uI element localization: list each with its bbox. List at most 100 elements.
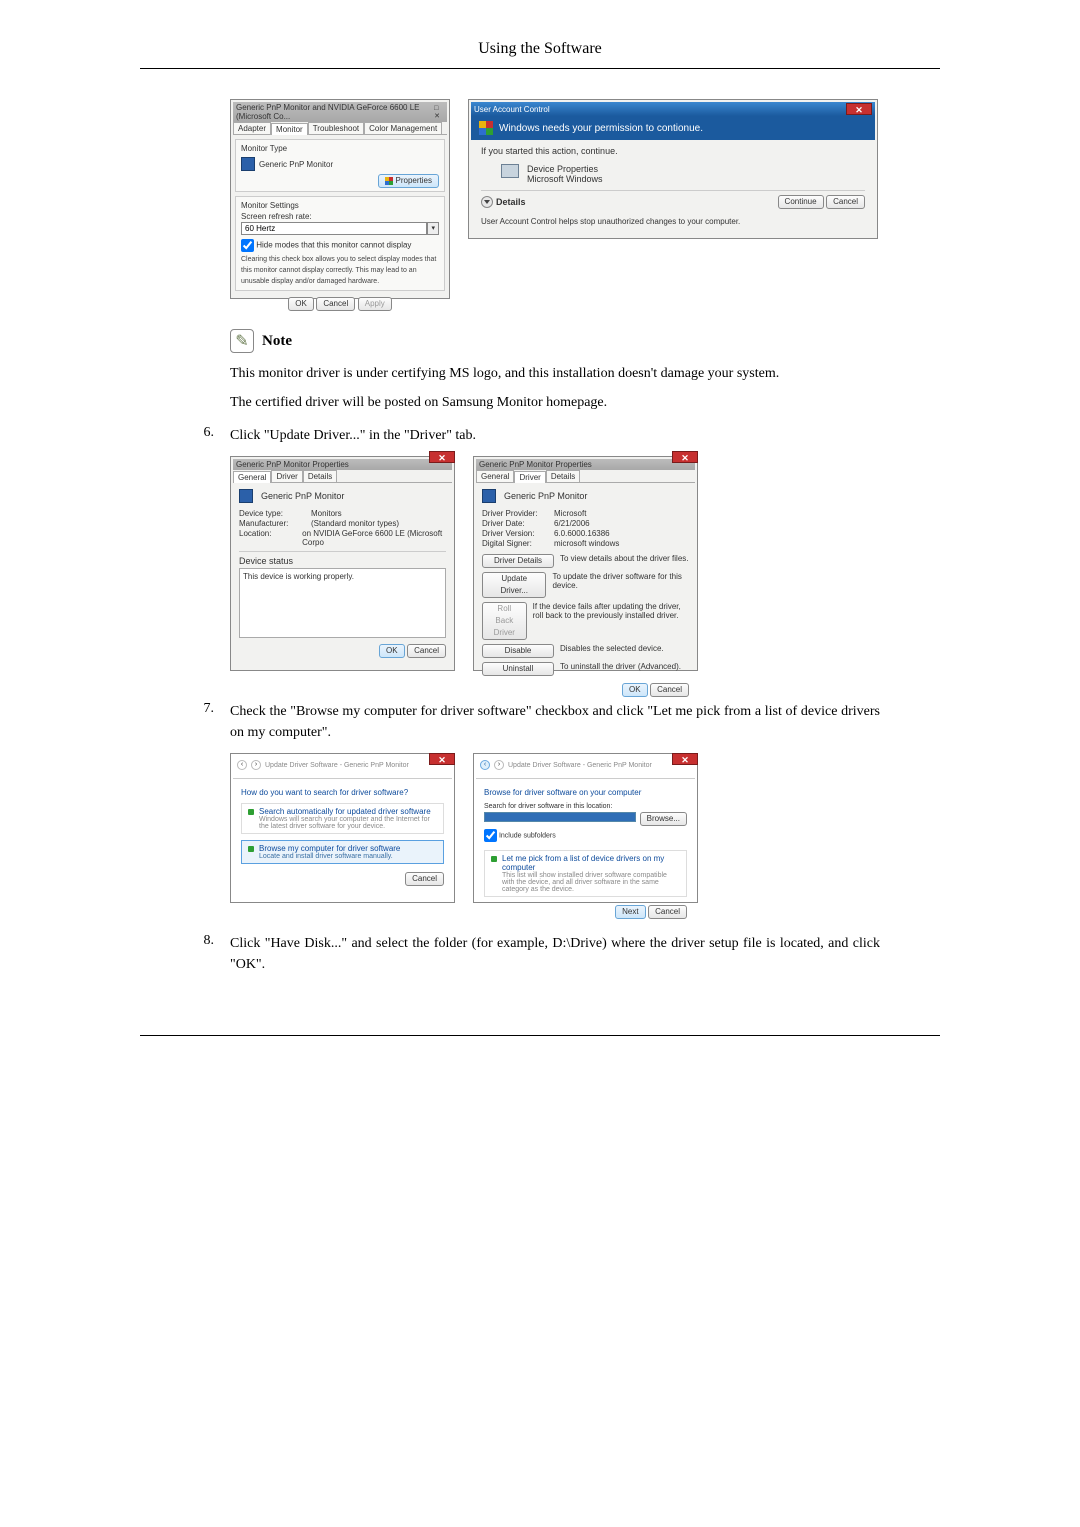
note-text-1: This monitor driver is under certifying … xyxy=(230,363,880,384)
window-title: Generic PnP Monitor and NVIDIA GeForce 6… xyxy=(236,103,434,121)
kv-key: Driver Provider: xyxy=(482,509,554,518)
update-driver-wizard-1: ✕ ‹ › Update Driver Software - Generic P… xyxy=(230,753,455,903)
include-subfolders-checkbox[interactable] xyxy=(484,829,497,842)
chevron-down-icon[interactable] xyxy=(481,196,493,208)
include-subfolders-label: Include subfolders xyxy=(499,832,556,839)
tab-troubleshoot[interactable]: Troubleshoot xyxy=(308,122,364,134)
monitor-icon xyxy=(241,157,255,171)
kv-key: Digital Signer: xyxy=(482,539,554,548)
device-name: Generic PnP Monitor xyxy=(504,491,587,501)
option-desc: Windows will search your computer and th… xyxy=(259,816,437,830)
rollback-driver-button: Roll Back Driver xyxy=(482,602,527,640)
window-title: Generic PnP Monitor Properties xyxy=(479,460,592,469)
dropdown-arrow-icon[interactable]: ▾ xyxy=(427,222,439,235)
uac-headline: Windows needs your permission to contion… xyxy=(499,123,703,134)
forward-icon: › xyxy=(251,760,261,770)
close-icon[interactable]: ✕ xyxy=(672,753,698,765)
note-icon: ✎ xyxy=(230,329,254,353)
status-box: This device is working properly. xyxy=(239,568,446,638)
details-toggle[interactable]: Details xyxy=(496,197,526,207)
kv-key: Driver Date: xyxy=(482,519,554,528)
back-icon[interactable]: ‹ xyxy=(237,760,247,770)
option-desc: Locate and install driver software manua… xyxy=(259,853,400,860)
monitor-icon xyxy=(239,489,253,503)
back-icon[interactable]: ‹ xyxy=(480,760,490,770)
kv-val: on NVIDIA GeForce 6600 LE (Microsoft Cor… xyxy=(302,529,446,547)
disable-button[interactable]: Disable xyxy=(482,644,554,658)
tab-details[interactable]: Details xyxy=(546,470,580,482)
kv-key: Manufacturer: xyxy=(239,519,311,528)
monitor-type-group: Monitor Type Generic PnP Monitor Propert… xyxy=(235,139,445,192)
btn-desc: Disables the selected device. xyxy=(560,644,664,658)
cancel-button[interactable]: Cancel xyxy=(407,644,446,658)
tab-general[interactable]: General xyxy=(476,470,514,482)
close-icon[interactable]: ✕ xyxy=(429,753,455,765)
kv-val: 6/21/2006 xyxy=(554,519,590,528)
cancel-button[interactable]: Cancel xyxy=(316,297,355,311)
hide-modes-checkbox[interactable] xyxy=(241,239,254,252)
forward-icon: › xyxy=(494,760,504,770)
option-desc: This list will show installed driver sof… xyxy=(502,872,680,893)
uac-footer: User Account Control helps stop unauthor… xyxy=(481,217,865,226)
apply-button[interactable]: Apply xyxy=(358,297,392,311)
location-input[interactable] xyxy=(484,812,636,822)
kv-key: Device type: xyxy=(239,509,311,518)
tab-adapter[interactable]: Adapter xyxy=(233,122,271,134)
option-browse-computer[interactable]: Browse my computer for driver software L… xyxy=(242,841,443,863)
update-driver-wizard-2: ✕ ‹ › Update Driver Software - Generic P… xyxy=(473,753,698,903)
ok-button[interactable]: OK xyxy=(622,683,648,697)
properties-button[interactable]: Properties xyxy=(378,174,439,188)
tab-details[interactable]: Details xyxy=(303,470,337,482)
arrow-icon xyxy=(248,809,254,815)
breadcrumb: Update Driver Software - Generic PnP Mon… xyxy=(508,762,652,769)
cancel-button[interactable]: Cancel xyxy=(650,683,689,697)
option-title: Browse my computer for driver software xyxy=(259,844,400,853)
kv-val: Microsoft xyxy=(554,509,586,518)
tab-driver[interactable]: Driver xyxy=(271,470,302,482)
figure-row-2: Generic PnP Monitor Properties ✕ General… xyxy=(230,456,880,671)
titlebar: Generic PnP Monitor and NVIDIA GeForce 6… xyxy=(233,102,447,122)
driver-details-button[interactable]: Driver Details xyxy=(482,554,554,568)
tab-color[interactable]: Color Management xyxy=(364,122,442,134)
titlebar: Generic PnP Monitor Properties ✕ xyxy=(233,459,452,470)
driver-properties-driver: Generic PnP Monitor Properties ✕ General… xyxy=(473,456,698,671)
wizard-heading: How do you want to search for driver sof… xyxy=(241,788,408,797)
window-controls: □ ✕ xyxy=(434,105,444,120)
btn-desc: To update the driver software for this d… xyxy=(552,572,689,598)
note-label: Note xyxy=(262,333,292,350)
step-text: Click "Update Driver..." in the "Driver"… xyxy=(230,425,880,446)
btn-desc: To uninstall the driver (Advanced). xyxy=(560,662,681,676)
next-button[interactable]: Next xyxy=(615,905,645,919)
search-label: Search for driver software in this locat… xyxy=(484,803,687,810)
step-number: 7. xyxy=(200,701,214,743)
uninstall-button[interactable]: Uninstall xyxy=(482,662,554,676)
browse-button[interactable]: Browse... xyxy=(640,812,687,826)
window-title: User Account Control xyxy=(474,105,550,114)
tab-row: Adapter Monitor Troubleshoot Color Manag… xyxy=(233,122,447,135)
titlebar: Generic PnP Monitor Properties ✕ xyxy=(476,459,695,470)
close-icon[interactable]: ✕ xyxy=(846,103,872,115)
cancel-button[interactable]: Cancel xyxy=(405,872,444,886)
tab-monitor[interactable]: Monitor xyxy=(271,123,308,135)
monitor-settings-group: Monitor Settings Screen refresh rate: ▾ … xyxy=(235,196,445,291)
tab-driver[interactable]: Driver xyxy=(514,471,545,483)
kv-val: (Standard monitor types) xyxy=(311,519,399,528)
option-title: Search automatically for updated driver … xyxy=(259,807,437,816)
ok-button[interactable]: OK xyxy=(288,297,314,311)
close-icon[interactable]: ✕ xyxy=(672,451,698,463)
wizard-heading: Browse for driver software on your compu… xyxy=(484,788,641,797)
close-icon[interactable]: ✕ xyxy=(429,451,455,463)
refresh-select[interactable] xyxy=(241,222,427,235)
arrow-icon xyxy=(491,856,497,862)
note-text-2: The certified driver will be posted on S… xyxy=(230,392,880,413)
update-driver-button[interactable]: Update Driver... xyxy=(482,572,546,598)
cancel-button[interactable]: Cancel xyxy=(648,905,687,919)
group-label: Monitor Settings xyxy=(241,200,439,211)
footer-divider xyxy=(140,1035,940,1036)
continue-button[interactable]: Continue xyxy=(778,195,824,209)
cancel-button[interactable]: Cancel xyxy=(826,195,865,209)
option-pick-from-list[interactable]: Let me pick from a list of device driver… xyxy=(485,851,686,896)
option-search-auto[interactable]: Search automatically for updated driver … xyxy=(242,804,443,833)
ok-button[interactable]: OK xyxy=(379,644,405,658)
tab-general[interactable]: General xyxy=(233,471,271,483)
